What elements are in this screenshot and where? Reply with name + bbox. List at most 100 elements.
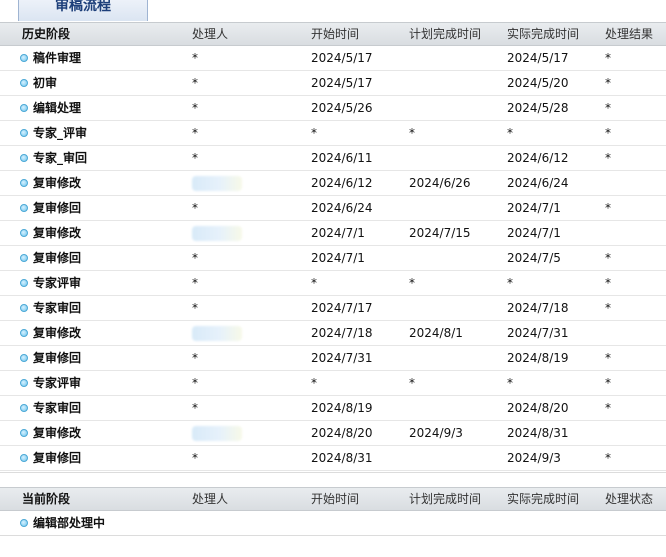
actual-time-cell: 2024/5/28 (507, 101, 569, 115)
plan-time-cell: * (409, 276, 415, 290)
plan-time-cell: 2024/7/15 (409, 226, 471, 240)
table-row: 复审修改 2024/8/20 2024/9/3 2024/8/31 (0, 421, 666, 446)
bullet-icon (20, 129, 28, 137)
start-time-cell: 2024/7/31 (311, 351, 373, 365)
handler-cell: * (192, 126, 198, 140)
actual-time-cell: * (507, 126, 513, 140)
actual-time-cell: 2024/6/24 (507, 176, 569, 190)
actual-time-cell: 2024/9/3 (507, 451, 561, 465)
bullet-icon (20, 79, 28, 87)
start-time-cell: 2024/8/19 (311, 401, 373, 415)
start-time-cell: * (311, 376, 317, 390)
bullet-icon (20, 354, 28, 362)
result-cell: * (605, 351, 611, 365)
table-row: 复审修改 2024/7/18 2024/8/1 2024/7/31 (0, 321, 666, 346)
header-current-stage: 当前阶段 (22, 492, 71, 506)
bullet-icon (20, 279, 28, 287)
actual-time-cell: 2024/7/5 (507, 251, 561, 265)
start-time-cell: 2024/6/11 (311, 151, 373, 165)
redacted-handler (192, 226, 242, 241)
result-cell: * (605, 101, 611, 115)
redacted-handler (192, 176, 242, 191)
plan-time-cell: 2024/8/1 (409, 326, 463, 340)
result-cell: * (605, 401, 611, 415)
handler-cell: * (192, 101, 198, 115)
actual-time-cell: 2024/8/20 (507, 401, 569, 415)
plan-time-cell: 2024/9/3 (409, 426, 463, 440)
handler-cell: * (192, 251, 198, 265)
actual-time-cell: 2024/8/31 (507, 426, 569, 440)
plan-time-cell: 2024/6/26 (409, 176, 471, 190)
start-time-cell: 2024/7/17 (311, 301, 373, 315)
start-time-cell: 2024/5/17 (311, 76, 373, 90)
result-cell: * (605, 301, 611, 315)
divider (0, 472, 666, 473)
stage-name: 复审修改 (33, 176, 82, 190)
handler-cell: * (192, 301, 198, 315)
stage-name: 复审修回 (33, 451, 82, 465)
actual-time-cell: 2024/5/20 (507, 76, 569, 90)
stage-name: 复审修改 (33, 326, 82, 340)
header-plan-time: 计划完成时间 (409, 27, 482, 41)
handler-cell: * (192, 401, 198, 415)
actual-time-cell: * (507, 276, 513, 290)
tab-review-process[interactable]: 审稿流程 (18, 0, 148, 21)
header-result: 处理结果 (605, 27, 654, 41)
actual-time-cell: 2024/7/18 (507, 301, 569, 315)
header-handler: 处理人 (192, 492, 229, 506)
table-row: 复审修改 2024/7/1 2024/7/15 2024/7/1 (0, 221, 666, 246)
table-row: 复审修回 * 2024/7/31 2024/8/19 * (0, 346, 666, 371)
stage-name: 复审修回 (33, 351, 82, 365)
actual-time-cell: 2024/8/19 (507, 351, 569, 365)
table-row: 专家评审 * * * * * (0, 271, 666, 296)
current-rows: 编辑部处理中 (0, 511, 666, 536)
result-cell: * (605, 76, 611, 90)
handler-cell: * (192, 151, 198, 165)
start-time-cell: 2024/5/17 (311, 51, 373, 65)
stage-name: 专家_评审 (33, 126, 88, 140)
bullet-icon (20, 204, 28, 212)
bullet-icon (20, 404, 28, 412)
start-time-cell: 2024/7/18 (311, 326, 373, 340)
actual-time-cell: 2024/6/12 (507, 151, 569, 165)
actual-time-cell: * (507, 376, 513, 390)
start-time-cell: 2024/8/20 (311, 426, 373, 440)
result-cell: * (605, 376, 611, 390)
stage-name: 专家评审 (33, 276, 82, 290)
table-row: 稿件审理 * 2024/5/17 2024/5/17 * (0, 46, 666, 71)
stage-name: 稿件审理 (33, 51, 82, 65)
header-stage: 历史阶段 (22, 27, 71, 41)
result-cell: * (605, 201, 611, 215)
start-time-cell: * (311, 276, 317, 290)
table-row: 专家评审 * * * * * (0, 371, 666, 396)
bullet-icon (20, 179, 28, 187)
history-header-row: 历史阶段 处理人 开始时间 计划完成时间 实际完成时间 处理结果 (0, 22, 666, 46)
current-table: 当前阶段 处理人 开始时间 计划完成时间 实际完成时间 处理状态 编辑部处理中 (0, 487, 666, 536)
stage-name: 复审修改 (33, 426, 82, 440)
result-cell: * (605, 51, 611, 65)
result-cell: * (605, 251, 611, 265)
stage-name: 复审修回 (33, 201, 82, 215)
header-handler: 处理人 (192, 27, 229, 41)
table-row: 初审 * 2024/5/17 2024/5/20 * (0, 71, 666, 96)
bullet-icon (20, 54, 28, 62)
tab-bar: 审稿流程 (0, 0, 666, 23)
stage-name: 专家审回 (33, 401, 82, 415)
header-plan-time: 计划完成时间 (409, 492, 482, 506)
handler-cell: * (192, 376, 198, 390)
bullet-icon (20, 304, 28, 312)
handler-cell: * (192, 276, 198, 290)
table-row: 专家审回 * 2024/7/17 2024/7/18 * (0, 296, 666, 321)
result-cell: * (605, 451, 611, 465)
result-cell: * (605, 276, 611, 290)
header-actual-time: 实际完成时间 (507, 27, 580, 41)
handler-cell: * (192, 351, 198, 365)
bullet-icon (20, 104, 28, 112)
stage-name: 复审修改 (33, 226, 82, 240)
start-time-cell: 2024/8/31 (311, 451, 373, 465)
bullet-icon (20, 379, 28, 387)
handler-cell: * (192, 451, 198, 465)
table-row: 编辑部处理中 (0, 511, 666, 536)
actual-time-cell: 2024/7/1 (507, 201, 561, 215)
stage-name: 专家评审 (33, 376, 82, 390)
